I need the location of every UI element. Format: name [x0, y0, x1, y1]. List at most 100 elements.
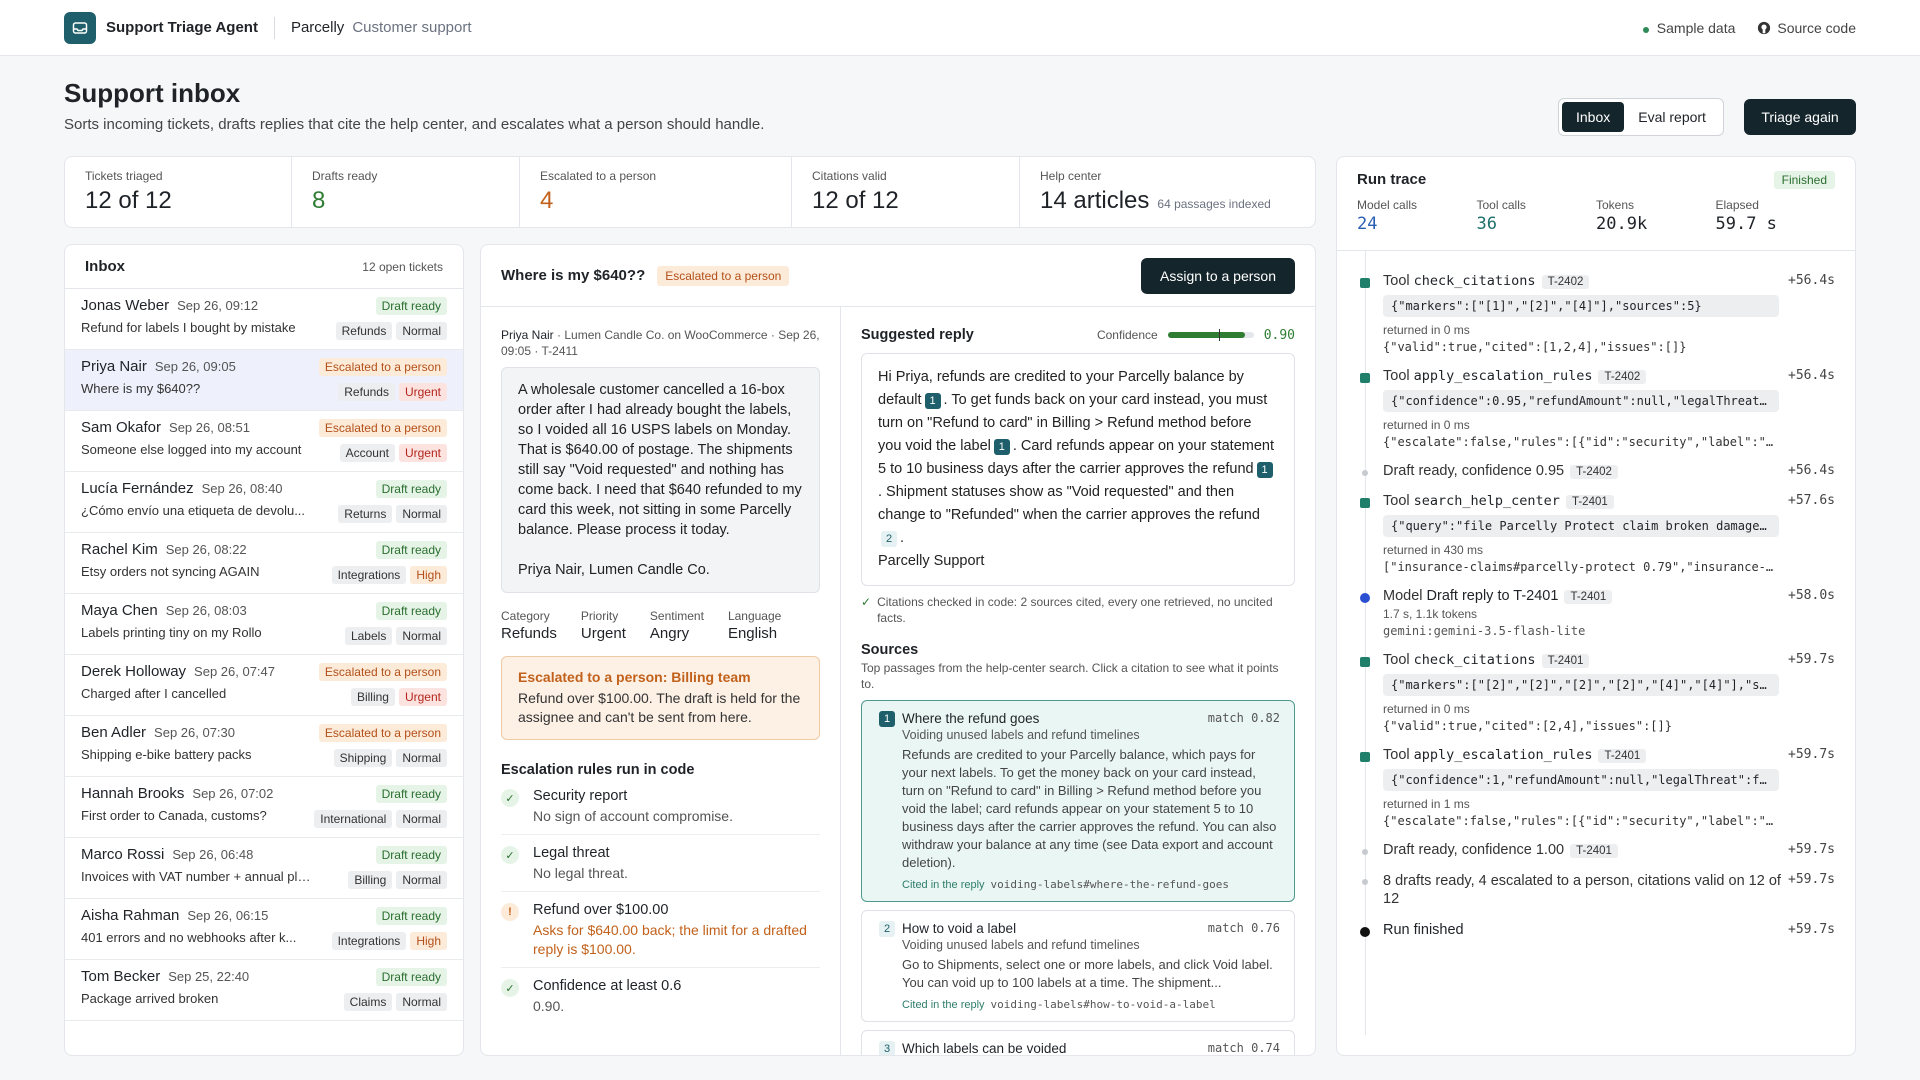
sample-data-label: Sample data [1656, 19, 1736, 36]
rule-title: Legal threat [533, 845, 610, 861]
trace-event: +59.7s Run finished [1357, 922, 1835, 938]
run-trace-title: Run trace [1357, 171, 1427, 188]
ticket-title: Where is my $640?? [501, 267, 646, 284]
source-card[interactable]: 3 Which labels can be voided match 0.74 [861, 1030, 1295, 1055]
priority-tag: Urgent [398, 383, 447, 401]
category-tag: International [314, 810, 393, 828]
ticket-status-badge: Draft ready [375, 968, 447, 986]
ticket-row[interactable]: Hannah Brooks Sep 26, 07:02 First order to… [65, 777, 463, 838]
ticket-list: Jonas Weber Sep 26, 09:12 Refund for label… [65, 289, 463, 1021]
ticket-detail-panel: Where is my $640?? Escalated to a person… [480, 244, 1316, 1056]
category-tag: Refunds [338, 383, 395, 401]
ticket-tags: International Normal [314, 810, 447, 828]
event-time: +56.4s [1788, 463, 1835, 478]
stat-label: Model calls [1357, 198, 1418, 212]
priority-tag: Normal [396, 871, 447, 889]
ticket-row[interactable]: Tom Becker Sep 25, 22:40 Package arrived b… [65, 960, 463, 1021]
priority-tag: Urgent [398, 444, 447, 462]
ticket-row[interactable]: Priya Nair Sep 26, 09:05 Where is my $640?… [65, 350, 463, 411]
run-trace-header: Run trace Finished Model calls 24 Tool ca… [1337, 157, 1855, 251]
category-tag: Refunds [335, 322, 393, 340]
tool-marker-icon [1360, 278, 1370, 288]
citation-marker[interactable]: 1 [993, 439, 1010, 455]
assign-button[interactable]: Assign to a person [1141, 257, 1295, 294]
citation-marker[interactable]: 1 [1256, 462, 1273, 478]
source-code-link[interactable]: Source code [1757, 20, 1856, 36]
ticket-time: Sep 26, 06:48 [172, 847, 254, 862]
event-time: +58.0s [1788, 588, 1835, 603]
ticket-subject: 401 errors and no webhooks after k... [81, 930, 297, 945]
rule-title: Confidence at least 0.6 [533, 978, 682, 994]
field-priority: Priority Urgent [581, 609, 626, 642]
trace-event: +59.7s Tool apply_escalation_rules T-2401 {… [1357, 747, 1835, 828]
event-time: +57.6s [1788, 493, 1835, 508]
inbox-header: Inbox 12 open tickets [65, 245, 463, 289]
ticket-status-badge: Draft ready [375, 541, 447, 559]
rule-description: No sign of account compromise. [533, 808, 733, 824]
ticket-status-badge: Escalated to a person [318, 663, 447, 681]
event-name: Draft ready, confidence 0.95 [1383, 463, 1565, 479]
priority-tag: Normal [396, 627, 447, 645]
ticket-status-badge: Draft ready [375, 785, 447, 803]
ticket-subject: Refund for labels I bought by mistake [81, 320, 296, 335]
run-trace-panel: Run trace Finished Model calls 24 Tool ca… [1336, 156, 1856, 1056]
org-subtitle: Customer support [352, 19, 472, 36]
stat-tokens: Tokens 20.9k [1596, 198, 1716, 234]
check-icon: ✓ [501, 789, 519, 807]
event-title: Draft ready, confidence 0.95 T-2402 [1383, 463, 1835, 479]
ticket-row[interactable]: Lucía Fernández Sep 26, 08:40 ¿Cómo envío … [65, 472, 463, 533]
stat-tool-calls: Tool calls 36 [1477, 198, 1597, 234]
tab-inbox[interactable]: Inbox [1562, 102, 1625, 132]
top-bar: Support Triage Agent Parcelly Customer s… [0, 0, 1920, 56]
source-card[interactable]: 1 Where the refund goes match 0.82 Voiding … [861, 700, 1295, 902]
trace-event: +59.7s Draft ready, confidence 1.00 T-2401 [1357, 842, 1835, 858]
ticket-sender: Marco Rossi [81, 846, 165, 863]
trace-events[interactable]: +56.4s Tool check_citations T-2402 {"marker… [1337, 251, 1855, 1055]
ticket-tag: T-2402 [1570, 465, 1618, 479]
tab-eval-report[interactable]: Eval report [1624, 102, 1720, 132]
field-label: Priority [580, 609, 619, 623]
ticket-row[interactable]: Rachel Kim Sep 26, 08:22 Etsy orders not s… [65, 533, 463, 594]
event-kind: Tool [1383, 273, 1414, 289]
tool-marker-icon [1360, 657, 1370, 667]
ticket-sender: Jonas Weber [81, 297, 170, 314]
ticket-tags: Claims Normal [343, 993, 447, 1011]
tool-marker-icon [1360, 498, 1370, 508]
ticket-row[interactable]: Derek Holloway Sep 26, 07:47 Charged after… [65, 655, 463, 716]
priority-tag: Normal [396, 505, 447, 523]
ticket-row[interactable]: Ben Adler Sep 26, 07:30 Shipping e-bike ba… [65, 716, 463, 777]
reply-text: . [900, 530, 905, 546]
event-kind: Tool [1383, 493, 1414, 509]
ticket-tags: Integrations High [331, 566, 447, 584]
ticket-row[interactable]: Jonas Weber Sep 26, 09:12 Refund for label… [65, 289, 463, 350]
triage-again-button[interactable]: Triage again [1744, 99, 1856, 135]
model-marker-icon [1360, 593, 1370, 603]
event-time: +59.7s [1788, 652, 1835, 667]
ticket-fields: Category Refunds Priority Urgent Sentiment… [501, 609, 820, 642]
ticket-sender: Ben Adler [81, 724, 147, 741]
run-stats: Model calls 24 Tool calls 36 Tokens 20.9k E… [1357, 198, 1835, 234]
category-tag: Integrations [331, 932, 407, 950]
view-switcher: Inbox Eval report [1558, 98, 1724, 136]
field-value: Urgent [580, 625, 626, 642]
citation-marker[interactable]: 2 [881, 531, 897, 547]
confidence-fill [1167, 332, 1246, 338]
tool-latency: returned in 1 ms [1383, 797, 1470, 811]
stat-drafts-ready: Drafts ready 8 [292, 157, 520, 227]
ticket-subject: Charged after I cancelled [81, 686, 227, 701]
field-language: Language English [728, 609, 781, 642]
ticket-tags: Billing Urgent [350, 688, 447, 706]
ticket-row[interactable]: Aisha Rahman Sep 26, 06:15 401 errors and … [65, 899, 463, 960]
source-anchor: voiding-labels#where-the-refund-goes [990, 878, 1229, 891]
ticket-row[interactable]: Marco Rossi Sep 26, 06:48 Invoices with VA… [65, 838, 463, 899]
ticket-tags: Integrations High [331, 932, 447, 950]
ticket-tags: Account Urgent [339, 444, 447, 462]
trace-event: +56.4s Draft ready, confidence 0.95 T-2402 [1357, 463, 1835, 479]
ticket-row[interactable]: Maya Chen Sep 26, 08:03 Labels printing ti… [65, 594, 463, 655]
rules-title: Escalation rules run in code [501, 762, 695, 778]
citation-marker[interactable]: 1 [924, 393, 941, 409]
ticket-row[interactable]: Sam Okafor Sep 26, 08:51 Someone else logg… [65, 411, 463, 472]
trace-event: +56.4s Tool check_citations T-2402 {"marker… [1357, 273, 1835, 354]
priority-tag: Normal [396, 322, 447, 340]
source-card[interactable]: 2 How to void a label match 0.76 Voiding un… [861, 910, 1295, 1022]
